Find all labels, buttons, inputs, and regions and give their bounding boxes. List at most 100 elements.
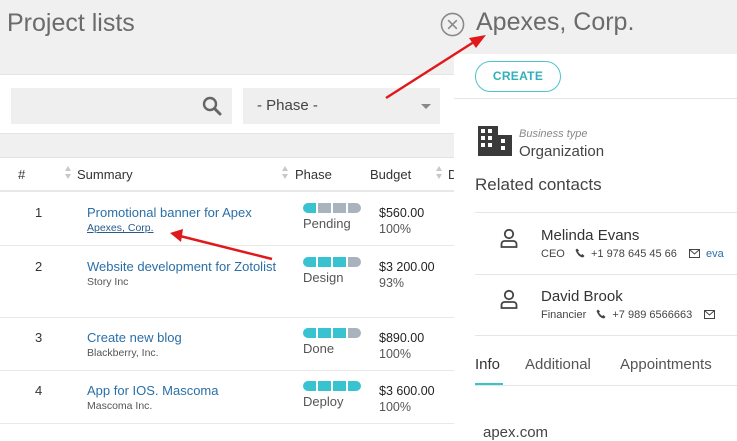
company-link: Story Inc xyxy=(87,276,129,288)
divider xyxy=(475,335,737,336)
person-icon xyxy=(500,228,518,248)
table-row[interactable]: 2 Website development for Zotolist Story I… xyxy=(0,247,455,318)
budget-cell: $560.00 100% xyxy=(379,205,424,238)
phase-bar-segment xyxy=(318,203,331,213)
column-header-number: # xyxy=(18,167,26,182)
project-link[interactable]: Create new blog xyxy=(87,329,287,346)
phase-bar-segment xyxy=(318,381,331,391)
business-type-label: Business type xyxy=(519,128,588,140)
table-header: # Summary Phase Budget D xyxy=(0,158,457,192)
related-contacts-heading: Related contacts xyxy=(475,175,602,194)
project-link[interactable]: Website development for Zotolist xyxy=(87,258,287,275)
divider xyxy=(475,274,737,275)
budget-value: $3 200.00 xyxy=(379,260,435,274)
search-input[interactable] xyxy=(11,88,232,124)
phone-icon xyxy=(596,309,606,319)
table-row[interactable]: 3 Create new blog Blackberry, Inc. Done $890… xyxy=(0,318,455,371)
sort-icon[interactable] xyxy=(282,166,289,182)
phase-bar-segment xyxy=(318,328,331,338)
row-number: 3 xyxy=(35,330,43,345)
summary-cell: Website development for Zotolist Story In… xyxy=(87,258,287,288)
contact-details: CEO +1 978 645 45 66 eva xyxy=(541,248,724,260)
chevron-down-icon xyxy=(421,104,431,109)
phase-bar-segment xyxy=(303,328,316,338)
contact-name[interactable]: Melinda Evans xyxy=(541,227,639,244)
column-header-phase[interactable]: Phase xyxy=(295,167,332,182)
column-header-summary[interactable]: Summary xyxy=(77,167,133,182)
phase-bar-segment xyxy=(303,203,316,213)
mail-icon xyxy=(704,310,716,319)
summary-cell: Create new blog Blackberry, Inc. xyxy=(87,329,287,359)
table-row[interactable]: 1 Promotional banner for Apex Apexes, Corp… xyxy=(0,193,455,246)
contact-role: Financier xyxy=(541,309,587,321)
budget-cell: $890.00 100% xyxy=(379,330,424,363)
page-title: Project lists xyxy=(7,9,135,37)
budget-cell: $3 200.00 93% xyxy=(379,259,435,292)
phase-progress xyxy=(303,257,361,267)
contact-name[interactable]: David Brook xyxy=(541,288,623,305)
phase-cell: Deploy xyxy=(303,381,361,409)
phase-bar-segment xyxy=(303,257,316,267)
phase-bar-segment xyxy=(333,328,346,338)
phase-bar-segment xyxy=(348,328,361,338)
budget-percent: 100% xyxy=(379,347,411,361)
budget-value: $3 600.00 xyxy=(379,384,435,398)
company-link: Blackberry, Inc. xyxy=(87,347,159,359)
phase-label: Design xyxy=(303,270,344,285)
phase-bar-segment xyxy=(348,257,361,267)
divider xyxy=(475,212,737,213)
tab-appointments[interactable]: Appointments xyxy=(620,356,712,373)
divider xyxy=(454,98,737,99)
table-row[interactable]: 4 App for IOS. Mascoma Mascoma Inc. Deploy $… xyxy=(0,371,455,424)
company-detail-panel: CREATE Business type Organization Relate… xyxy=(454,54,737,441)
budget-cell: $3 600.00 100% xyxy=(379,383,435,416)
company-link[interactable]: Apexes, Corp. xyxy=(87,222,287,234)
phase-label: Pending xyxy=(303,216,351,231)
budget-value: $560.00 xyxy=(379,206,425,220)
row-number: 2 xyxy=(35,259,43,274)
phase-select[interactable]: - Phase - xyxy=(243,88,440,124)
detail-title: Apexes, Corp. xyxy=(476,8,635,36)
mail-icon xyxy=(688,249,700,258)
tab-additional[interactable]: Additional xyxy=(525,356,591,373)
project-link[interactable]: Promotional banner for Apex xyxy=(87,204,287,221)
phase-bar-segment xyxy=(318,257,331,267)
phase-label: Done xyxy=(303,341,335,356)
tab-info[interactable]: Info xyxy=(475,356,500,373)
divider xyxy=(475,385,737,386)
phase-bar-segment xyxy=(333,381,346,391)
search-icon[interactable] xyxy=(202,96,222,116)
person-icon xyxy=(500,289,518,309)
column-header-budget[interactable]: Budget xyxy=(370,167,411,182)
phase-select-value: - Phase - xyxy=(257,97,318,114)
phase-label: Deploy xyxy=(303,394,344,409)
company-link: Mascoma Inc. xyxy=(87,400,153,412)
budget-percent: 100% xyxy=(379,222,411,236)
phase-progress xyxy=(303,328,361,338)
budget-percent: 100% xyxy=(379,400,411,414)
contact-details: Financier +7 989 6566663 xyxy=(541,309,718,321)
phase-bar-segment xyxy=(303,381,316,391)
contact-email[interactable]: eva xyxy=(706,248,724,260)
projects-table: # Summary Phase Budget D 1 Promotional ba… xyxy=(0,157,457,441)
budget-percent: 93% xyxy=(379,276,405,290)
phase-bar-segment xyxy=(333,257,346,267)
filter-bar: - Phase - xyxy=(0,74,455,134)
project-link[interactable]: App for IOS. Mascoma xyxy=(87,382,287,399)
phase-bar-segment xyxy=(348,381,361,391)
phase-cell: Done xyxy=(303,328,361,356)
phase-progress xyxy=(303,203,361,213)
close-icon[interactable] xyxy=(440,12,465,37)
project-list-page: Project lists - Phase - # Summary Phase … xyxy=(0,0,457,441)
summary-cell: App for IOS. Mascoma Mascoma Inc. xyxy=(87,382,287,412)
contact-phone[interactable]: +1 978 645 45 66 xyxy=(591,248,677,260)
sort-icon[interactable] xyxy=(436,166,443,182)
business-type-value: Organization xyxy=(519,143,605,160)
create-button[interactable]: CREATE xyxy=(475,61,561,92)
contact-phone[interactable]: +7 989 6566663 xyxy=(612,309,692,321)
website-value[interactable]: apex.com xyxy=(483,424,548,441)
phase-bar-segment xyxy=(348,203,361,213)
contact-role: CEO xyxy=(541,248,565,260)
sort-icon[interactable] xyxy=(65,166,72,182)
phase-bar-segment xyxy=(333,203,346,213)
